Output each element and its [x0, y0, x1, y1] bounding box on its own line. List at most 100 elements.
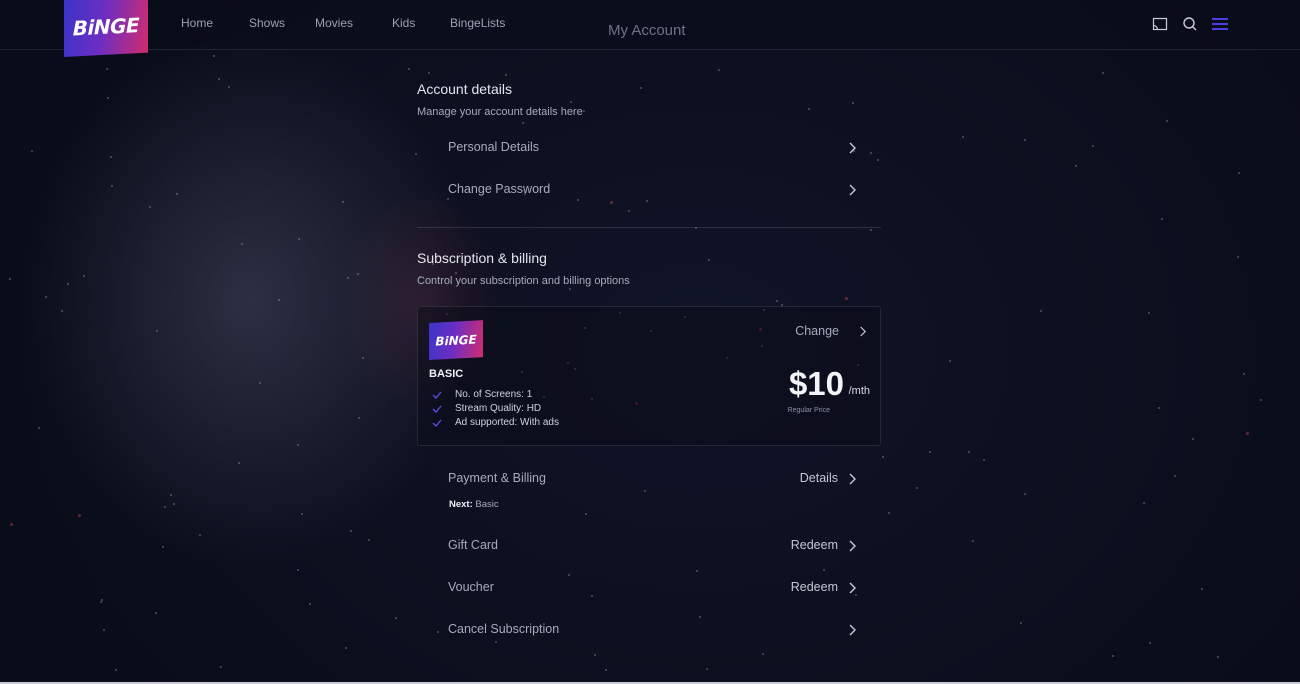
next-label: Next:	[449, 499, 473, 510]
star-particle	[45, 296, 47, 298]
gift-card-row[interactable]: Gift Card Redeem	[417, 533, 881, 559]
star-particle	[218, 78, 220, 80]
star-particle	[164, 506, 166, 508]
star-particle	[1092, 145, 1094, 147]
search-icon[interactable]	[1182, 16, 1198, 32]
star-particle	[585, 513, 587, 515]
star-particle	[1238, 172, 1240, 174]
star-particle	[505, 74, 507, 76]
menu-icon[interactable]	[1212, 16, 1228, 32]
subscription-heading: Subscription & billing	[417, 250, 547, 266]
star-particle	[1075, 165, 1077, 167]
nav-bingelists[interactable]: BingeLists	[450, 16, 505, 30]
star-particle	[1243, 373, 1245, 375]
star-particle	[100, 601, 102, 603]
next-plan-info: Next: Basic	[449, 499, 499, 510]
star-particle	[968, 451, 970, 453]
star-particle	[1020, 622, 1022, 624]
row-label: Gift Card	[448, 538, 499, 552]
star-particle	[220, 666, 222, 668]
star-particle	[368, 539, 370, 541]
star-particle	[358, 417, 360, 419]
star-particle	[1024, 493, 1026, 495]
star-particle	[583, 110, 585, 112]
check-icon	[432, 391, 442, 399]
star-particle	[1149, 642, 1151, 644]
star-particle	[1174, 475, 1176, 477]
star-particle	[111, 185, 113, 187]
row-label: Payment & Billing	[448, 471, 546, 485]
nav-movies[interactable]: Movies	[315, 16, 353, 30]
star-particle	[149, 206, 151, 208]
plan-name: BASIC	[429, 368, 464, 380]
redeem-voucher-link[interactable]: Redeem	[791, 580, 838, 594]
star-particle	[162, 546, 164, 548]
star-particle	[1161, 218, 1163, 220]
star-particle	[762, 653, 764, 655]
chevron-right-icon	[849, 473, 856, 485]
star-particle	[605, 669, 607, 671]
plan-logo-text: BiNGE	[435, 332, 477, 349]
star-particle	[1201, 588, 1203, 590]
star-particle	[103, 629, 105, 631]
nav-kids[interactable]: Kids	[392, 16, 415, 30]
star-particle	[10, 523, 13, 526]
plan-logo: BiNGE	[429, 320, 483, 360]
section-divider	[417, 227, 881, 228]
star-particle	[1192, 438, 1194, 440]
voucher-row[interactable]: Voucher Redeem	[417, 575, 881, 601]
star-particle	[228, 86, 230, 88]
payment-billing-row[interactable]: Payment & Billing Details	[417, 466, 881, 492]
star-particle	[107, 97, 109, 99]
star-particle	[569, 288, 571, 290]
star-particle	[1143, 502, 1145, 504]
plan-feature: Ad supported: With ads	[432, 417, 632, 430]
chevron-right-icon	[849, 624, 856, 636]
star-particle	[298, 238, 300, 240]
personal-details-row[interactable]: Personal Details	[417, 135, 881, 161]
star-particle	[1112, 655, 1114, 657]
details-link[interactable]: Details	[800, 471, 838, 485]
star-particle	[278, 299, 280, 301]
chevron-right-icon[interactable]	[858, 326, 867, 337]
nav-shows[interactable]: Shows	[249, 16, 285, 30]
price-period: /mth	[848, 385, 870, 397]
redeem-gift-card-link[interactable]: Redeem	[791, 538, 838, 552]
account-details-subtitle: Manage your account details here	[417, 106, 583, 118]
star-particle	[1260, 399, 1262, 401]
star-particle	[395, 617, 397, 619]
star-particle	[594, 654, 596, 656]
star-particle	[357, 273, 359, 275]
chevron-right-icon	[849, 540, 856, 552]
star-particle	[1246, 432, 1249, 435]
binge-logo[interactable]: BiNGE	[64, 0, 148, 57]
star-particle	[297, 569, 299, 571]
star-particle	[1217, 656, 1219, 658]
star-particle	[173, 503, 175, 505]
page-title: My Account	[608, 22, 686, 39]
star-particle	[706, 668, 708, 670]
chevron-right-icon	[849, 142, 856, 154]
nav-home[interactable]: Home	[181, 16, 213, 30]
star-particle	[570, 101, 572, 103]
star-particle	[972, 540, 974, 542]
star-particle	[929, 451, 931, 453]
star-particle	[949, 360, 951, 362]
plan-feature: No. of Screens: 1	[432, 389, 632, 402]
star-particle	[83, 275, 85, 277]
star-particle	[823, 569, 825, 571]
star-particle	[1040, 310, 1042, 312]
star-particle	[708, 259, 710, 261]
star-particle	[110, 156, 112, 158]
star-particle	[408, 68, 410, 70]
star-particle	[845, 297, 848, 300]
star-particle	[1166, 120, 1168, 122]
star-particle	[350, 530, 352, 532]
cast-icon[interactable]	[1152, 16, 1168, 32]
star-particle	[1237, 256, 1239, 258]
star-particle	[1024, 139, 1026, 141]
change-plan-link[interactable]: Change	[795, 324, 839, 338]
star-particle	[115, 669, 117, 671]
change-password-row[interactable]: Change Password	[417, 177, 881, 203]
cancel-subscription-row[interactable]: Cancel Subscription	[417, 617, 881, 643]
